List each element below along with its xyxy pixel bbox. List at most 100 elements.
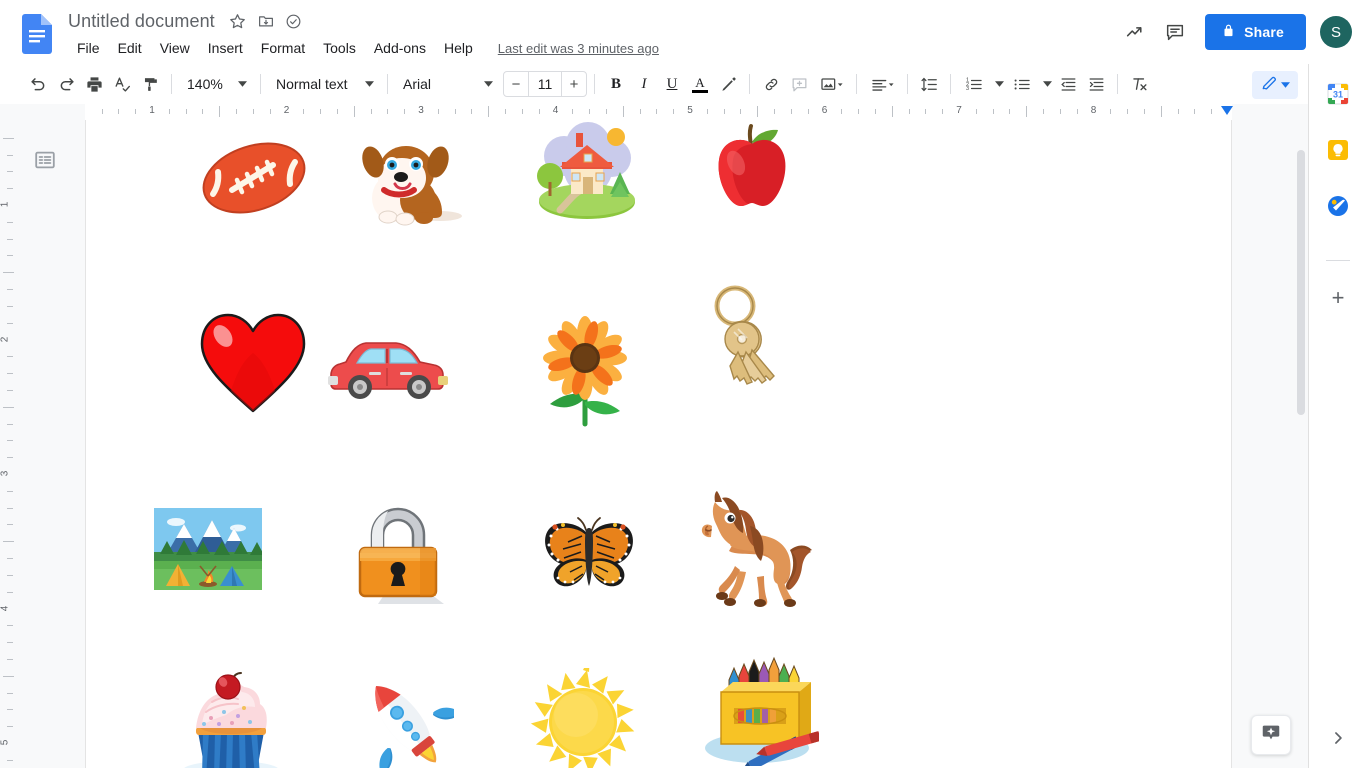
- highlight-pen-icon[interactable]: [714, 70, 742, 98]
- ruler-tick: [353, 106, 355, 117]
- underline-button[interactable]: U: [658, 70, 686, 98]
- share-button[interactable]: Share: [1205, 14, 1306, 50]
- ruler-number: 4: [552, 105, 559, 116]
- bold-button[interactable]: B: [602, 70, 630, 98]
- font-size-value[interactable]: 11: [528, 72, 562, 96]
- menu-help[interactable]: Help: [435, 38, 482, 58]
- undo-icon[interactable]: [24, 70, 52, 98]
- ruler-tick: [7, 440, 13, 442]
- redo-icon[interactable]: [52, 70, 80, 98]
- bulleted-list-dropdown[interactable]: [1040, 70, 1054, 98]
- document-outline-icon[interactable]: [31, 146, 59, 174]
- clear-formatting-icon[interactable]: [1125, 70, 1153, 98]
- ruler-tick: [7, 490, 13, 492]
- chevron-right-icon[interactable]: [1326, 726, 1350, 750]
- text-color-button[interactable]: A: [686, 70, 714, 98]
- increase-indent-icon[interactable]: [1082, 70, 1110, 98]
- comments-icon[interactable]: [1155, 12, 1195, 52]
- crayons-image[interactable]: [691, 656, 819, 766]
- ruler-number: 6: [821, 105, 828, 116]
- menu-view[interactable]: View: [151, 38, 199, 58]
- ruler-tick: [1194, 109, 1196, 114]
- spelling-check-icon[interactable]: [108, 70, 136, 98]
- menu-edit[interactable]: Edit: [109, 38, 151, 58]
- menu-add-ons[interactable]: Add-ons: [365, 38, 435, 58]
- car-image[interactable]: [324, 334, 452, 406]
- google-keep-icon[interactable]: [1326, 138, 1350, 162]
- cupcake-image[interactable]: [176, 670, 286, 768]
- paint-format-icon[interactable]: [136, 70, 164, 98]
- insert-link-icon[interactable]: [757, 70, 785, 98]
- explore-button[interactable]: [1251, 715, 1291, 755]
- avatar[interactable]: S: [1320, 16, 1352, 48]
- move-to-folder-icon[interactable]: [253, 8, 279, 34]
- ruler-tick: [7, 423, 13, 425]
- menu-insert[interactable]: Insert: [199, 38, 252, 58]
- insert-image-icon[interactable]: [813, 70, 849, 98]
- horizontal-ruler[interactable]: 1 2 3 4 5 6 7 8: [0, 104, 1308, 120]
- dog-image[interactable]: [348, 120, 468, 235]
- text-color-label: A: [695, 74, 705, 90]
- lock-image[interactable]: [348, 504, 448, 612]
- sun-image[interactable]: [529, 668, 637, 768]
- print-icon[interactable]: [80, 70, 108, 98]
- ruler-number: 2: [283, 105, 290, 116]
- zoom-select[interactable]: 140%: [179, 71, 253, 97]
- star-icon[interactable]: [225, 8, 251, 34]
- ruler-tick: [639, 109, 641, 114]
- ruler-tick: [1076, 109, 1078, 114]
- ruler-tick: [370, 109, 372, 114]
- chevron-down-icon[interactable]: [1278, 82, 1292, 88]
- ruler-tick: [942, 109, 944, 114]
- ruler-tick: [874, 109, 876, 114]
- keys-image[interactable]: [692, 284, 790, 394]
- align-left-icon[interactable]: [864, 70, 900, 98]
- decrease-indent-icon[interactable]: [1054, 70, 1082, 98]
- document-page[interactable]: [85, 120, 1232, 768]
- apple-image[interactable]: [706, 120, 798, 210]
- football-image[interactable]: [199, 128, 309, 228]
- google-tasks-icon[interactable]: [1326, 194, 1350, 218]
- toolbar-divider: [594, 74, 595, 94]
- numbered-list-dropdown[interactable]: [992, 70, 1006, 98]
- ruler-tick: [7, 625, 13, 627]
- last-edit-status[interactable]: Last edit was 3 minutes ago: [498, 41, 659, 56]
- ruler-tick: [1143, 109, 1145, 114]
- page-title[interactable]: Untitled document: [68, 11, 225, 32]
- ruler-tick: [7, 373, 13, 375]
- google-docs-logo[interactable]: [22, 14, 52, 54]
- vertical-scrollbar[interactable]: [1294, 120, 1308, 768]
- rocket-image[interactable]: [356, 672, 454, 768]
- ruler-tick: [1059, 109, 1061, 114]
- butterfly-image[interactable]: [538, 516, 640, 588]
- sunflower-image[interactable]: [536, 316, 634, 428]
- ruler-tick: [336, 109, 338, 114]
- cloud-status-icon[interactable]: [281, 8, 307, 34]
- activity-dashboard-icon[interactable]: [1115, 12, 1155, 52]
- add-comment-icon[interactable]: [785, 70, 813, 98]
- scrollbar-thumb[interactable]: [1297, 150, 1305, 415]
- font-size-stepper[interactable]: − 11 +: [503, 71, 587, 97]
- font-size-decrease-button[interactable]: −: [504, 72, 528, 96]
- line-spacing-icon[interactable]: [915, 70, 943, 98]
- font-size-increase-button[interactable]: +: [562, 72, 586, 96]
- house-image[interactable]: [530, 120, 645, 225]
- ruler-number: 1: [0, 201, 11, 208]
- heart-image[interactable]: [194, 306, 312, 418]
- google-calendar-icon[interactable]: 31: [1326, 82, 1350, 106]
- font-family-select[interactable]: Arial: [395, 71, 499, 97]
- menu-file[interactable]: File: [68, 38, 109, 58]
- right-indent-marker[interactable]: [1221, 106, 1233, 115]
- ruler-tick: [7, 759, 13, 761]
- italic-button[interactable]: I: [630, 70, 658, 98]
- add-addon-button[interactable]: +: [1326, 286, 1350, 310]
- horse-image[interactable]: [686, 490, 816, 608]
- editing-mode-button[interactable]: [1252, 71, 1298, 99]
- menu-tools[interactable]: Tools: [314, 38, 365, 58]
- paragraph-style-select[interactable]: Normal text: [268, 71, 380, 97]
- numbered-list-icon[interactable]: 1 2 3: [958, 70, 992, 98]
- menu-format[interactable]: Format: [252, 38, 314, 58]
- bulleted-list-icon[interactable]: [1006, 70, 1040, 98]
- vertical-ruler[interactable]: 1 2 3 4 5: [0, 120, 18, 768]
- camping-image[interactable]: [154, 508, 262, 590]
